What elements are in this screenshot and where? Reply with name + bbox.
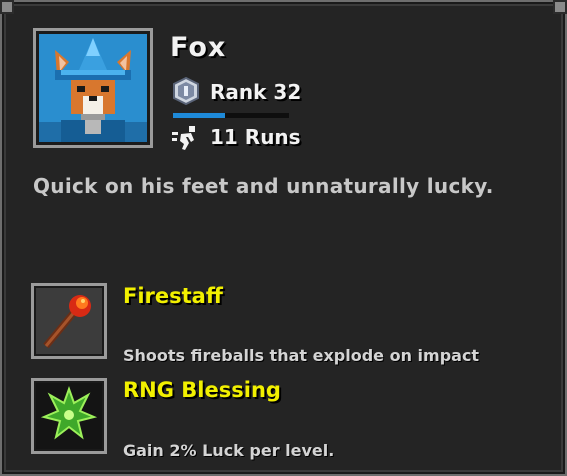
ability-slot-rng-blessing[interactable] xyxy=(31,378,107,454)
rank-badge-icon xyxy=(173,77,199,105)
panel-corner xyxy=(0,0,14,14)
ability-title: RNG Blessing xyxy=(123,378,281,402)
character-name: Fox xyxy=(170,32,227,63)
rank-progress-bar xyxy=(173,113,289,118)
character-portrait[interactable] xyxy=(33,28,153,148)
firestaff-icon xyxy=(36,288,102,354)
panel-corner xyxy=(553,0,567,14)
running-man-icon xyxy=(172,126,195,150)
rng-blessing-icon xyxy=(36,383,102,449)
fox-wizard-portrait-icon xyxy=(39,34,147,142)
rank-progress-fill xyxy=(173,113,226,118)
runs-label: 11 Runs xyxy=(210,125,301,149)
ability-slot-firestaff[interactable] xyxy=(31,283,107,359)
ability-title: Firestaff xyxy=(123,284,223,308)
ability-description: Gain 2% Luck per level. xyxy=(123,441,335,460)
character-panel: Fox Rank 32 11 Runs Quick on his feet an… xyxy=(0,0,567,476)
character-description: Quick on his feet and unnaturally lucky. xyxy=(33,174,494,198)
rank-label: Rank 32 xyxy=(210,80,302,104)
ability-description: Shoots fireballs that explode on impact xyxy=(123,346,480,365)
